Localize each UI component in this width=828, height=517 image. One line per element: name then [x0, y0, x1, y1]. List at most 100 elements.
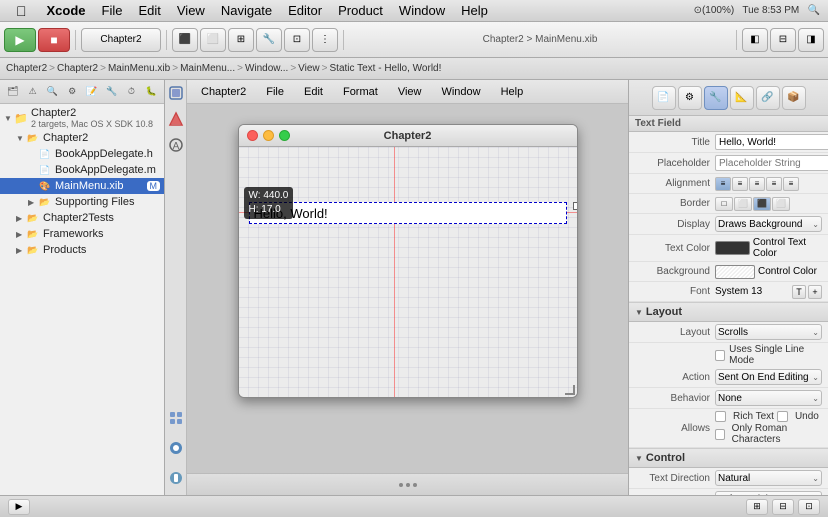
breadcrumb-3[interactable]: MainMenu.xib	[108, 63, 170, 74]
align-justify-btn[interactable]: ≡	[766, 177, 782, 191]
run-button[interactable]: ▶	[4, 28, 36, 52]
align-left-btn[interactable]: ≡	[715, 177, 731, 191]
align-center-btn[interactable]: ≡	[732, 177, 748, 191]
menu-file[interactable]: File	[94, 1, 131, 20]
nav-bookapp-h[interactable]: 📄 BookAppDelegate.h	[0, 146, 164, 162]
border-none-btn[interactable]: □	[715, 197, 733, 211]
nav-frameworks[interactable]: ▶ 📂 Frameworks	[0, 226, 164, 242]
behavior-select[interactable]: None ⌄	[715, 390, 822, 406]
editor-menu-edit[interactable]: Edit	[298, 84, 329, 100]
align-natural-btn[interactable]: ≡	[783, 177, 799, 191]
menu-editor[interactable]: Editor	[280, 1, 330, 20]
undo-checkbox[interactable]	[777, 411, 788, 422]
font-btn-plus[interactable]: +	[808, 285, 822, 299]
nav-icon-2[interactable]: ⚠	[24, 83, 42, 101]
menu-help[interactable]: Help	[453, 1, 496, 20]
nav-icon-3[interactable]: 🔍	[44, 83, 62, 101]
left-icon-bottom-2[interactable]	[167, 439, 185, 457]
menu-edit[interactable]: Edit	[130, 1, 168, 20]
align-right-btn[interactable]: ≡	[749, 177, 765, 191]
nav-icon-5[interactable]: 📝	[83, 83, 101, 101]
bottom-right-btn-1[interactable]: ⊞	[746, 499, 768, 515]
toolbar-btn-4[interactable]: 🔧	[256, 28, 282, 52]
inspector-icon-2[interactable]: ⚙	[678, 86, 702, 110]
inspector-icon-5[interactable]: 🔗	[756, 86, 780, 110]
menu-product[interactable]: Product	[330, 1, 391, 20]
bg-color-swatch[interactable]	[715, 265, 755, 279]
breadcrumb-7[interactable]: Static Text - Hello, World!	[330, 63, 442, 74]
menu-navigate[interactable]: Navigate	[213, 1, 280, 20]
left-icon-1[interactable]	[167, 84, 185, 102]
nav-icon-1[interactable]: 🗂	[4, 83, 22, 101]
left-icon-3[interactable]: A	[167, 136, 185, 154]
textfield-element[interactable]: Hello, World!	[249, 202, 567, 224]
roman-chars-checkbox[interactable]	[715, 429, 725, 440]
rich-text-checkbox[interactable]	[715, 411, 726, 422]
toolbar-btn-5[interactable]: ⊡	[284, 28, 310, 52]
nav-group-chapter2[interactable]: ▼ 📂 Chapter2	[0, 130, 164, 146]
breadcrumb-1[interactable]: Chapter2	[6, 63, 47, 74]
minimize-button[interactable]	[263, 130, 274, 141]
window-resize[interactable]	[565, 385, 577, 397]
view-btn-3[interactable]: ◨	[798, 28, 824, 52]
inspector-icon-4[interactable]: 📐	[730, 86, 754, 110]
left-icon-bottom-1[interactable]	[167, 409, 185, 427]
maximize-button[interactable]	[279, 130, 290, 141]
toolbar-btn-3[interactable]: ⊞	[228, 28, 254, 52]
editor-menu-help[interactable]: Help	[495, 84, 530, 100]
nav-mainmenu-xib[interactable]: 🎨 MainMenu.xib M	[0, 178, 164, 194]
nav-chapter2tests[interactable]: ▶ 📂 Chapter2Tests	[0, 210, 164, 226]
view-btn-1[interactable]: ◧	[742, 28, 768, 52]
nav-bookapp-m[interactable]: 📄 BookAppDelegate.m	[0, 162, 164, 178]
layout-select[interactable]: Scrolls ⌄	[715, 324, 822, 340]
inspector-icon-1[interactable]: 📄	[652, 86, 676, 110]
left-icon-bottom-3[interactable]	[167, 469, 185, 487]
breadcrumb-6[interactable]: View	[298, 63, 320, 74]
editor-menu-chapter2[interactable]: Chapter2	[195, 84, 252, 100]
toolbar-btn-1[interactable]: ⬛	[172, 28, 198, 52]
font-btn-T[interactable]: T	[792, 285, 806, 299]
nav-icon-4[interactable]: ⚙	[63, 83, 81, 101]
border-line-btn[interactable]: ⬜	[734, 197, 752, 211]
editor-menu-window[interactable]: Window	[435, 84, 486, 100]
nav-project[interactable]: ▼ 📁 Chapter2 2 targets, Mac OS X SDK 10.…	[0, 106, 164, 130]
resize-handle[interactable]	[573, 202, 578, 210]
border-rounded-btn[interactable]: ⬜	[772, 197, 790, 211]
prop-placeholder-input[interactable]	[715, 155, 828, 171]
apple-menu[interactable]: 	[8, 1, 35, 21]
play-btn[interactable]: ▶	[8, 499, 30, 515]
prop-display-select[interactable]: Draws Background ⌄	[715, 216, 822, 232]
bottom-right-btn-3[interactable]: ⊡	[798, 499, 820, 515]
menu-window[interactable]: Window	[391, 1, 453, 20]
textdir-select[interactable]: Natural ⌄	[715, 470, 822, 486]
view-btn-2[interactable]: ⊟	[770, 28, 796, 52]
left-icon-2[interactable]	[167, 110, 185, 128]
prop-title-input[interactable]	[715, 134, 828, 150]
ctrl-layout-select[interactable]: Left To Right ⌄	[715, 491, 822, 495]
close-button[interactable]	[247, 130, 258, 141]
nav-icon-7[interactable]: ⏱	[123, 83, 141, 101]
editor-menu-file[interactable]: File	[260, 84, 290, 100]
menu-view[interactable]: View	[169, 1, 213, 20]
inspector-icon-3[interactable]: 🔧	[704, 86, 728, 110]
menu-xcode[interactable]: Xcode	[39, 1, 94, 20]
action-select[interactable]: Sent On End Editing ⌄	[715, 369, 822, 385]
toolbar-btn-2[interactable]: ⬜	[200, 28, 226, 52]
breadcrumb-2[interactable]: Chapter2	[57, 63, 98, 74]
nav-icon-6[interactable]: 🔧	[103, 83, 121, 101]
nav-products[interactable]: ▶ 📂 Products	[0, 242, 164, 258]
bottom-right-btn-2[interactable]: ⊟	[772, 499, 794, 515]
toolbar-btn-6[interactable]: ⋮	[312, 28, 338, 52]
breadcrumb-4[interactable]: MainMenu...	[180, 63, 235, 74]
nav-icon-8[interactable]: 🐛	[142, 83, 160, 101]
editor-menu-view[interactable]: View	[392, 84, 428, 100]
stop-button[interactable]: ■	[38, 28, 70, 52]
text-color-swatch[interactable]	[715, 241, 750, 255]
inspector-icon-6[interactable]: 📦	[782, 86, 806, 110]
border-bezel-btn[interactable]: ⬛	[753, 197, 771, 211]
scheme-selector[interactable]: Chapter2	[81, 28, 161, 52]
nav-supporting-files[interactable]: ▶ 📂 Supporting Files	[0, 194, 164, 210]
editor-menu-format[interactable]: Format	[337, 84, 384, 100]
breadcrumb-5[interactable]: Window...	[245, 63, 288, 74]
uses-single-line-checkbox[interactable]	[715, 350, 725, 361]
